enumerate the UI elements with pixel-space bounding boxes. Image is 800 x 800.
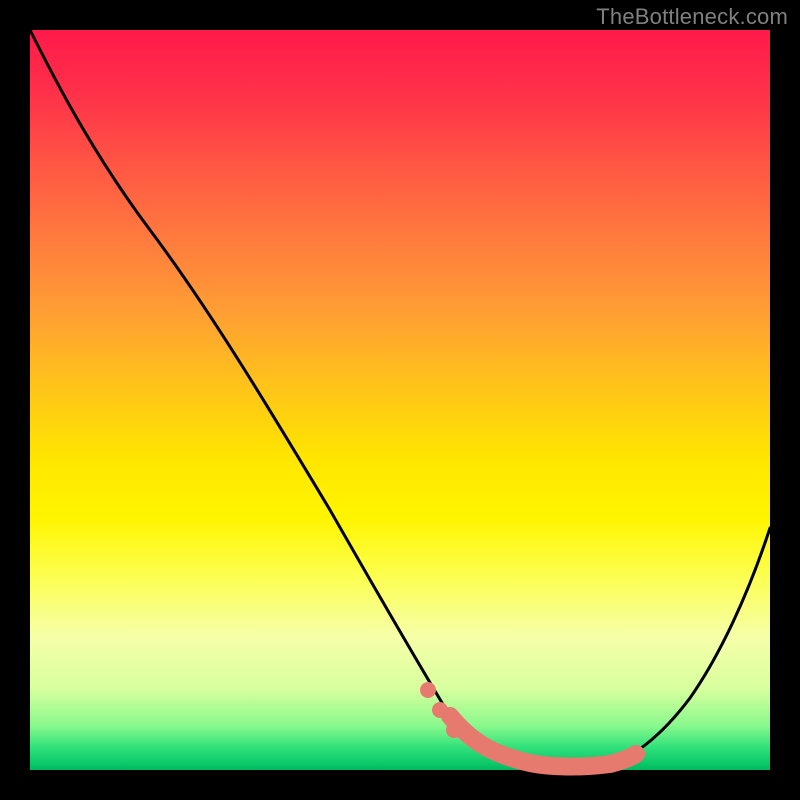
watermark-label: TheBottleneck.com: [596, 4, 788, 30]
highlight-dot: [446, 722, 462, 738]
curve-layer: [30, 30, 770, 770]
plot-area: [30, 30, 770, 770]
highlight-dot: [432, 702, 448, 718]
bottleneck-curve: [30, 30, 770, 767]
highlight-band: [450, 716, 636, 767]
chart-stage: TheBottleneck.com: [0, 0, 800, 800]
highlight-dot: [420, 682, 436, 698]
